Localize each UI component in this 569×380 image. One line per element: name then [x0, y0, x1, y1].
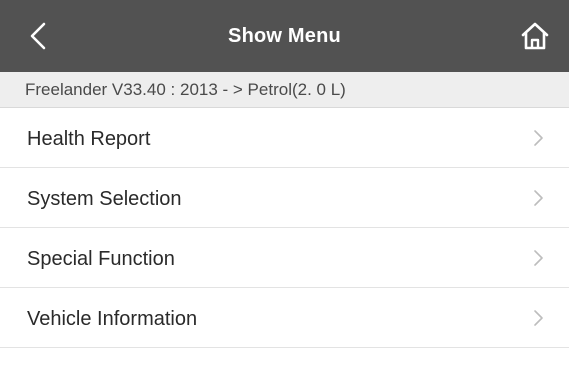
menu-item-label: System Selection: [27, 188, 182, 210]
back-button[interactable]: [20, 16, 60, 56]
menu-list: Health Report System Selection Special F…: [0, 108, 569, 348]
menu-item-system-selection[interactable]: System Selection: [0, 168, 569, 228]
top-bar: Show Menu: [0, 0, 569, 72]
menu-item-special-function[interactable]: Special Function: [0, 228, 569, 288]
page-title: Show Menu: [228, 25, 341, 47]
show-menu-screen: Show Menu Freelander V33.40 : 2013 - > P…: [0, 0, 569, 380]
menu-item-label: Health Report: [27, 128, 151, 150]
chevron-right-icon: [534, 190, 543, 206]
menu-item-health-report[interactable]: Health Report: [0, 108, 569, 168]
home-button[interactable]: [517, 18, 553, 54]
menu-item-label: Vehicle Information: [27, 308, 198, 330]
menu-item-vehicle-information[interactable]: Vehicle Information: [0, 288, 569, 348]
vehicle-info-text: Freelander V33.40 : 2013 - > Petrol(2. 0…: [25, 80, 346, 99]
chevron-right-icon: [534, 310, 543, 326]
chevron-right-icon: [534, 250, 543, 266]
chevron-right-icon: [534, 130, 543, 146]
menu-item-label: Special Function: [27, 248, 175, 270]
home-icon: [521, 22, 549, 50]
vehicle-info-bar: Freelander V33.40 : 2013 - > Petrol(2. 0…: [0, 72, 569, 108]
chevron-left-icon: [30, 22, 46, 50]
